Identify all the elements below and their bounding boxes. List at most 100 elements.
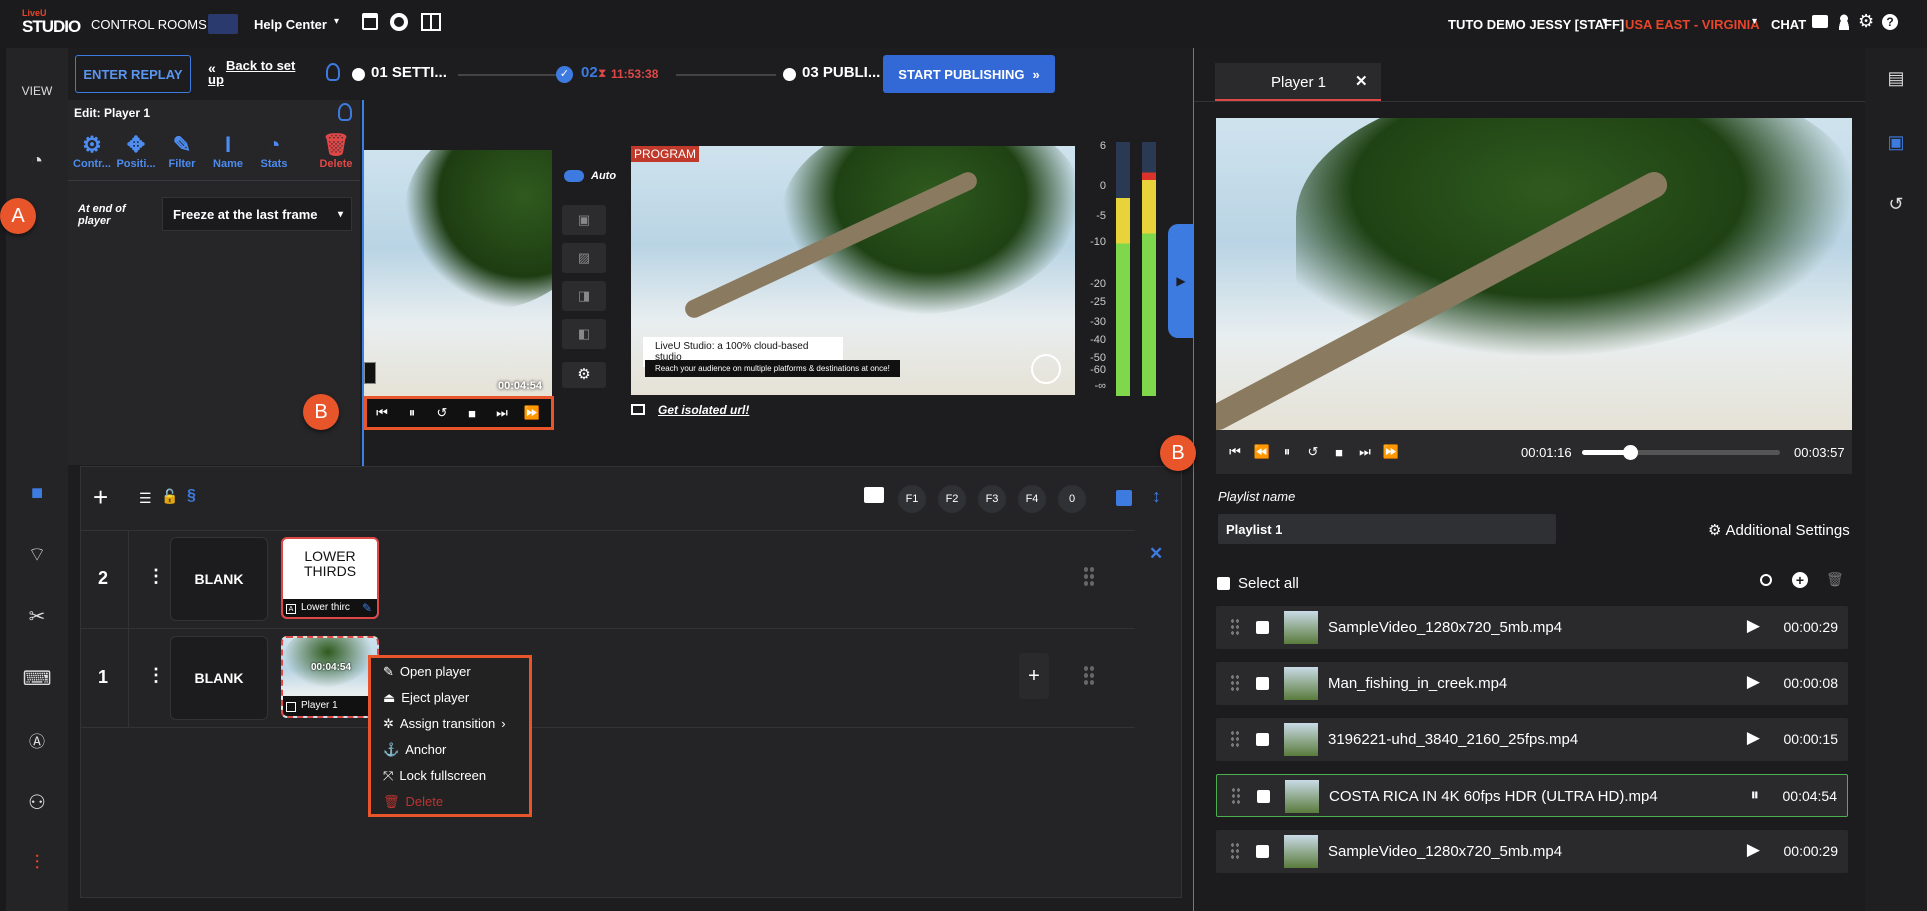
f3-button[interactable]: F3 bbox=[978, 485, 1006, 513]
menu-anchor[interactable]: ⚓ Anchor bbox=[383, 742, 446, 758]
drag-handle-icon[interactable] bbox=[1230, 730, 1240, 748]
tool-filter[interactable]: ✎ Filter bbox=[160, 132, 204, 170]
tool-name[interactable]: I Name bbox=[206, 132, 250, 170]
layout-icon[interactable] bbox=[421, 13, 441, 31]
f2-button[interactable]: F2 bbox=[938, 485, 966, 513]
unlock-icon[interactable]: 🔓 bbox=[161, 488, 178, 505]
team-icon[interactable]: ⚇ bbox=[6, 790, 68, 815]
history-icon[interactable]: ↺ bbox=[1865, 194, 1927, 215]
play-icon[interactable]: ▶ bbox=[1747, 728, 1760, 748]
mixer-icon[interactable]: ⫶ bbox=[6, 852, 68, 875]
align-icon[interactable]: ☰ bbox=[139, 490, 152, 507]
item-checkbox[interactable] bbox=[1256, 733, 1269, 746]
item-checkbox[interactable] bbox=[1256, 621, 1269, 634]
tool-position[interactable]: ✥ Positi... bbox=[114, 132, 158, 170]
auto-toggle[interactable] bbox=[564, 170, 584, 182]
link-icon[interactable]: § bbox=[187, 487, 196, 505]
control-rooms-link[interactable]: CONTROL ROOMS bbox=[91, 17, 207, 32]
skip-start-icon[interactable]: ⏮ bbox=[1220, 444, 1250, 460]
list-icon[interactable]: ▤ bbox=[1865, 68, 1927, 89]
drag-handle-icon[interactable] bbox=[1230, 618, 1240, 636]
trash-icon[interactable]: 🗑 bbox=[1826, 571, 1844, 588]
transition-settings-button[interactable]: ⚙ bbox=[562, 362, 606, 388]
edit-icon[interactable]: ✎ bbox=[362, 601, 372, 615]
mask-button[interactable]: ▨ bbox=[562, 243, 606, 273]
playlist-item[interactable]: COSTA RICA IN 4K 60fps HDR (ULTRA HD).mp… bbox=[1216, 774, 1848, 817]
gear-icon[interactable]: ⚙ bbox=[1858, 11, 1874, 32]
add-image-button[interactable]: ▣ bbox=[562, 205, 606, 235]
drag-handle-icon[interactable] bbox=[1083, 665, 1095, 687]
replay-icon[interactable]: ↺ bbox=[427, 405, 457, 421]
text-icon[interactable]: Ⓐ bbox=[6, 728, 68, 752]
skip-start-icon[interactable]: ⏮ bbox=[367, 405, 397, 421]
skip-end-icon[interactable]: ⏩ bbox=[517, 405, 547, 421]
step1-label[interactable]: 01 SETTI... bbox=[371, 64, 447, 81]
stop-icon[interactable]: ■ bbox=[457, 406, 487, 421]
play-icon[interactable]: ▶ bbox=[1747, 672, 1760, 692]
app-logo[interactable]: LiveU STUDIO bbox=[22, 9, 81, 36]
f4-button[interactable]: F4 bbox=[1018, 485, 1046, 513]
pause-icon[interactable]: ⏸ bbox=[397, 405, 427, 421]
scissors-icon[interactable]: ✂ bbox=[6, 604, 68, 629]
additional-settings-button[interactable]: ⚙ Additional Settings bbox=[1708, 521, 1850, 539]
user-icon[interactable] bbox=[1837, 14, 1851, 30]
dashboard-icon[interactable]: ◔ bbox=[6, 150, 68, 173]
pause-icon[interactable]: ⏸ bbox=[1274, 444, 1300, 460]
pause-icon[interactable]: ⏸ bbox=[1751, 785, 1760, 805]
enter-replay-button[interactable]: ENTER REPLAY bbox=[75, 55, 191, 93]
next-icon[interactable]: ⏭ bbox=[487, 405, 517, 421]
menu-open-player[interactable]: ✎ Open player bbox=[383, 664, 471, 680]
chevron-down-icon[interactable]: ▾ bbox=[334, 16, 339, 27]
search-icon[interactable] bbox=[1760, 574, 1772, 586]
drag-handle-icon[interactable] bbox=[1083, 566, 1095, 588]
seek-track[interactable] bbox=[1582, 445, 1780, 460]
playlist-name-input[interactable]: Playlist 1 bbox=[1218, 514, 1556, 544]
zero-button[interactable]: 0 bbox=[1058, 485, 1086, 513]
close-icon[interactable]: ✕ bbox=[1355, 72, 1368, 90]
menu-delete[interactable]: 🗑 Delete bbox=[383, 794, 443, 810]
tool-delete[interactable]: 🗑 Delete bbox=[314, 132, 358, 170]
chat-link[interactable]: CHAT bbox=[1771, 17, 1806, 32]
help-center-menu[interactable]: Help Center bbox=[254, 17, 327, 32]
chevron-down-icon[interactable]: ▾ bbox=[1752, 16, 1757, 27]
kebab-menu-icon[interactable]: ⋮ bbox=[147, 665, 165, 686]
player-tile[interactable]: 00:04:54 Player 1 bbox=[281, 636, 379, 718]
seek-knob[interactable] bbox=[1622, 445, 1638, 460]
broadcast-icon[interactable]: ⌔ bbox=[6, 542, 68, 567]
skip-end-icon[interactable]: ⏩ bbox=[1378, 444, 1404, 460]
lifebuoy-icon[interactable] bbox=[390, 13, 408, 31]
wipe-right-button[interactable]: ◨ bbox=[562, 281, 606, 311]
preview-monitor[interactable]: 00:04:54 bbox=[364, 150, 552, 396]
next-icon[interactable]: ⏭ bbox=[1352, 444, 1378, 460]
tool-controls[interactable]: ⚙ Contr... bbox=[70, 132, 114, 170]
add-to-layer-button[interactable]: + bbox=[1019, 653, 1049, 699]
player-tab[interactable]: Player 1 ✕ bbox=[1215, 63, 1381, 101]
help-icon[interactable]: ? bbox=[1882, 14, 1898, 30]
wipe-left-button[interactable]: ◧ bbox=[562, 319, 606, 349]
drag-handle-icon[interactable] bbox=[1230, 674, 1240, 692]
blank-slot[interactable]: BLANK bbox=[170, 537, 268, 621]
menu-lock-fullscreen[interactable]: ⤧ Lock fullscreen bbox=[383, 768, 486, 784]
playlist-item[interactable]: SampleVideo_1280x720_5mb.mp4 ▶ 00:00:29 bbox=[1216, 830, 1848, 873]
menu-assign-transition[interactable]: ✲ Assign transition › bbox=[383, 716, 506, 732]
play-icon[interactable]: ▶ bbox=[1747, 840, 1760, 860]
chat-icon[interactable] bbox=[1812, 15, 1828, 28]
playlist-item[interactable]: 3196221-uhd_3840_2160_25fps.mp4 ▶ 00:00:15 bbox=[1216, 718, 1848, 761]
previous-icon[interactable]: ⏪ bbox=[1250, 444, 1274, 460]
add-layer-icon[interactable]: + bbox=[93, 484, 108, 510]
item-checkbox[interactable] bbox=[1256, 677, 1269, 690]
lower-thirds-tile[interactable]: LOWER THIRDS Lower thirc A ✎ bbox=[281, 537, 379, 619]
region-menu[interactable]: USA EAST - VIRGINIA bbox=[1625, 17, 1760, 32]
program-monitor[interactable]: PROGRAM LiveU Studio: a 100% cloud-based… bbox=[631, 146, 1075, 395]
step3-label[interactable]: 03 PUBLI... bbox=[802, 64, 880, 81]
playlist-item[interactable]: SampleVideo_1280x720_5mb.mp4 ▶ 00:00:29 bbox=[1216, 606, 1848, 649]
player-video[interactable] bbox=[1216, 118, 1852, 430]
replay-icon[interactable]: ↺ bbox=[1300, 444, 1326, 460]
player-icon[interactable]: ▣ bbox=[1865, 132, 1927, 153]
blank-slot[interactable]: BLANK bbox=[170, 636, 268, 720]
calendar-icon[interactable] bbox=[362, 13, 378, 30]
vertical-resize-icon[interactable]: ↕ bbox=[1152, 486, 1161, 507]
keyboard-shortcut-icon[interactable] bbox=[864, 487, 884, 503]
view-label[interactable]: VIEW bbox=[6, 84, 68, 98]
playlist-item[interactable]: Man_fishing_in_creek.mp4 ▶ 00:00:08 bbox=[1216, 662, 1848, 705]
